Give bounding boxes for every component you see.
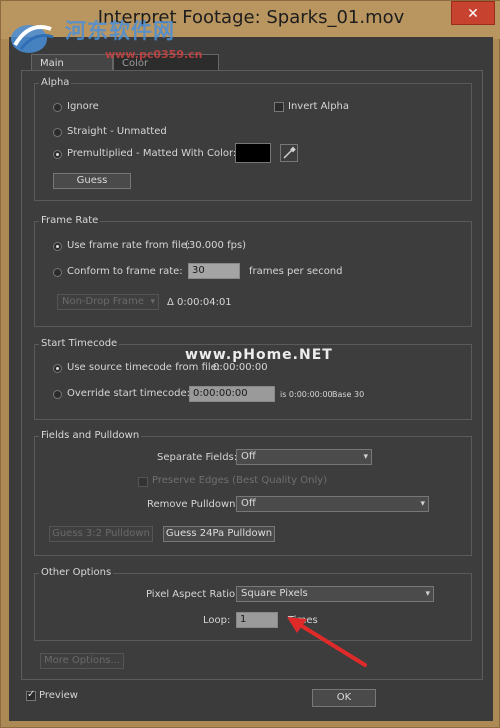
eyedropper-icon [283,146,296,159]
drop-frame-dropdown[interactable]: Non-Drop Frame ▾ [57,294,159,310]
use-source-timecode-radio[interactable] [53,364,62,373]
close-icon: ✕ [467,6,479,22]
guess-32-pulldown-button[interactable]: Guess 3:2 Pulldown [49,526,153,542]
drop-frame-value: Non-Drop Frame [62,296,144,307]
annotation-arrow-icon [287,617,367,667]
override-timecode-info: is 0:00:00:00 [280,390,333,399]
alpha-straight-label: Straight - Unmatted [67,126,167,137]
pixel-aspect-ratio-dropdown[interactable]: Square Pixels ▾ [236,586,434,602]
override-timecode-input[interactable]: 0:00:00:00 [189,386,275,402]
chevron-down-icon: ▾ [150,297,155,307]
start-timecode-title: Start Timecode [39,338,120,349]
source-timecode-value: 0:00:00:00 [213,362,268,373]
alpha-straight-radio[interactable] [53,128,62,137]
invert-alpha-checkbox[interactable] [274,102,284,112]
separate-fields-dropdown[interactable]: Off ▾ [236,449,372,465]
frame-rate-title: Frame Rate [39,215,101,226]
eyedropper-button[interactable] [280,144,298,162]
interpret-footage-window: Interpret Footage: Sparks_01.mov ✕ Main … [0,0,500,728]
site-logo-icon [11,25,54,53]
loop-input[interactable]: 1 [236,612,278,628]
alpha-premultiplied-label: Premultiplied - Matted With Color: [67,148,237,159]
ok-button[interactable]: OK [312,689,376,707]
matte-color-swatch[interactable] [235,143,271,163]
fps-unit-label: frames per second [249,266,343,277]
chevron-down-icon: ▾ [425,589,430,599]
duration-value: Δ 0:00:04:01 [167,297,232,308]
alpha-group: Alpha Ignore Invert Alpha Straight - Unm… [34,77,472,201]
preserve-edges-label: Preserve Edges (Best Quality Only) [152,475,328,486]
loop-label: Loop: [203,615,231,626]
other-options-title: Other Options [39,567,114,578]
phome-watermark: www.pHome.NET [185,347,333,363]
conform-framerate-label: Conform to frame rate: [67,266,183,277]
alpha-ignore-radio[interactable] [53,103,62,112]
site-name-watermark: 河东软件网 [65,19,175,43]
alpha-guess-button[interactable]: Guess [53,173,131,189]
close-button[interactable]: ✕ [451,1,495,25]
alpha-ignore-label: Ignore [67,101,99,112]
file-fps-value: (30.000 fps) [185,240,247,251]
use-file-framerate-label: Use frame rate from file: [67,240,191,251]
chevron-down-icon: ▾ [420,499,425,509]
invert-alpha-label: Invert Alpha [288,101,350,112]
timecode-base: Base 30 [332,390,365,399]
alpha-premultiplied-radio[interactable] [53,150,62,159]
preserve-edges-checkbox[interactable] [138,477,148,487]
separate-fields-label: Separate Fields: [157,452,238,463]
alpha-title: Alpha [39,77,72,88]
remove-pulldown-dropdown[interactable]: Off ▾ [236,496,429,512]
guess-24pa-pulldown-button[interactable]: Guess 24Pa Pulldown [163,526,275,542]
conform-fps-input[interactable]: 30 [188,263,240,279]
chevron-down-icon: ▾ [363,452,368,462]
use-source-timecode-label: Use source timecode from file: [67,362,221,373]
override-timecode-radio[interactable] [53,390,62,399]
preview-label: Preview [39,690,78,701]
remove-pulldown-value: Off [241,498,256,509]
more-options-button[interactable]: More Options... [40,653,124,669]
remove-pulldown-label: Remove Pulldown: [147,499,239,510]
separate-fields-value: Off [241,451,256,462]
preview-checkbox[interactable] [26,689,36,701]
other-options-group: Other Options Pixel Aspect Ratio: Square… [34,567,472,641]
frame-rate-group: Frame Rate Use frame rate from file: (30… [34,215,472,327]
main-options-panel: Alpha Ignore Invert Alpha Straight - Unm… [21,70,483,680]
fields-pulldown-title: Fields and Pulldown [39,430,142,441]
fields-pulldown-group: Fields and Pulldown Separate Fields: Off… [34,430,472,556]
site-url-watermark: www.pc0359.cn [105,48,203,61]
pixel-aspect-ratio-label: Pixel Aspect Ratio: [146,589,239,600]
use-file-framerate-radio[interactable] [53,242,62,251]
override-timecode-label: Override start timecode: [67,388,190,399]
dialog-body: Main Options Color Management Alpha Igno… [9,37,493,721]
pixel-aspect-ratio-value: Square Pixels [241,588,308,599]
conform-framerate-radio[interactable] [53,268,62,277]
